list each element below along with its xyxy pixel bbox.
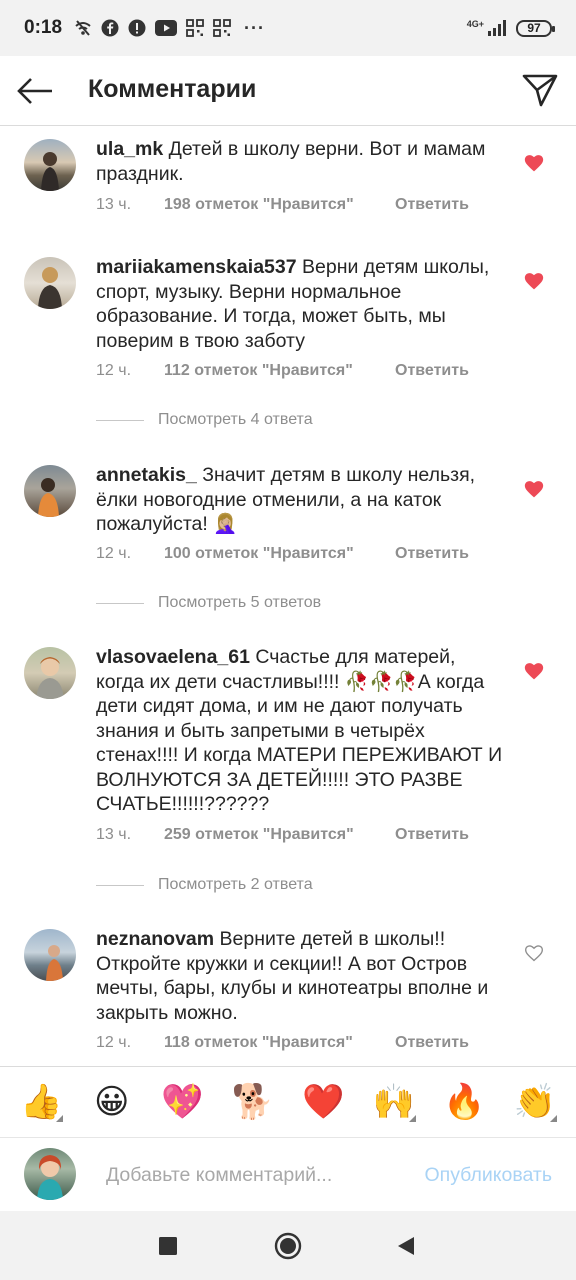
heart-filled-icon[interactable] [524,479,544,499]
reply-button[interactable]: Ответить [395,545,469,563]
likes-count[interactable]: 100 отметок "Нравится" [164,545,395,563]
divider-line [96,419,144,421]
grid-icon [213,19,231,37]
comment-username[interactable]: annetakis_ [96,464,197,486]
comment-meta: 12 ч. 118 отметок "Нравится" Ответить [96,1034,469,1052]
paper-plane-icon [522,74,558,107]
recents-square-icon [159,1237,177,1255]
avatar[interactable] [24,929,76,981]
view-replies-button[interactable]: Посмотреть 4 ответа [96,411,313,429]
comment-text: ula_mk Детей в школу верни. Вот и мамам … [96,137,508,186]
battery-icon: 97 [516,19,555,37]
back-triangle-icon [398,1237,414,1255]
comment-text: vlasovaelena_61 Счастье для матерей, ког… [96,645,508,817]
arrow-left-icon [17,78,52,104]
emoji-grinning-button[interactable]: 😀 [86,1076,138,1128]
comment-meta: 12 ч. 112 отметок "Нравится" Ответить [96,362,469,380]
home-button[interactable] [273,1231,303,1261]
avatar[interactable] [24,257,76,309]
back-button[interactable] [16,73,54,109]
recents-button[interactable] [153,1231,183,1261]
emoji-sparkling-heart-button[interactable]: 💖 [156,1076,208,1128]
alert-icon [128,19,146,37]
comment-text: annetakis_ Значит детям в школу нельзя, … [96,463,508,537]
emoji-fire-button[interactable]: 🔥 [438,1076,490,1128]
comment-time: 12 ч. [96,1034,132,1051]
reply-button[interactable]: Ответить [395,1034,469,1052]
divider-line [96,884,144,886]
comment-composer: Опубликовать [0,1139,576,1211]
comment-username[interactable]: neznanovam [96,928,214,950]
view-replies-button[interactable]: Посмотреть 5 ответов [96,594,321,612]
likes-count[interactable]: 259 отметок "Нравится" [164,826,395,844]
heart-filled-icon[interactable] [524,153,544,173]
emoji-quick-bar: 👍 😀 💖 🐕 ❤️ 🙌 🔥 👏 [0,1066,576,1138]
heart-outline-icon[interactable] [524,943,544,963]
my-avatar [24,1148,76,1200]
page-title: Комментарии [88,75,257,103]
status-bar: 0:18 ··· 4G+ 97 [0,0,576,56]
comment-input[interactable] [106,1161,396,1189]
comments-list[interactable]: ula_mk Детей в школу верни. Вот и мамам … [0,127,576,1065]
nav-back-button[interactable] [391,1231,421,1261]
more-dots-icon: ··· [244,17,266,38]
status-system-icons: 4G+ 97 [467,0,555,56]
reply-button[interactable]: Ответить [395,196,469,214]
status-notification-icons: ··· [74,18,265,39]
divider-line [96,602,144,604]
heart-filled-icon[interactable] [524,661,544,681]
grid-icon [186,19,204,37]
avatar[interactable] [24,139,76,191]
likes-count[interactable]: 198 отметок "Нравится" [164,196,395,214]
emoji-thumbs-up-button[interactable]: 👍 [15,1076,67,1128]
view-replies-label: Посмотреть 5 ответов [158,594,322,611]
comment-time: 12 ч. [96,362,132,379]
avatar[interactable] [24,647,76,699]
comment-time: 13 ч. [96,826,132,843]
comment-meta: 13 ч. 259 отметок "Нравится" Ответить [96,826,469,844]
comment-text: mariiakamenskaia537 Верни детям школы, с… [96,255,508,353]
view-replies-label: Посмотреть 4 ответа [158,411,313,428]
comment-text: neznanovam Верните детей в школы!! Откро… [96,927,508,1025]
emoji-clapping-button[interactable]: 👏 [509,1076,561,1128]
comment-time: 12 ч. [96,545,132,562]
comment-message: Счастье для матерей, когда их дети счаст… [96,646,503,815]
emoji-raised-hands-button[interactable]: 🙌 [368,1076,420,1128]
comment-username[interactable]: ula_mk [96,138,163,160]
comment-meta: 13 ч. 198 отметок "Нравится" Ответить [96,196,469,214]
likes-count[interactable]: 112 отметок "Нравится" [164,362,395,380]
comment-time: 13 ч. [96,196,132,213]
home-circle-icon [274,1232,302,1260]
expand-triangle-icon [408,1115,416,1122]
facebook-icon [101,19,119,37]
youtube-icon [155,19,178,37]
expand-triangle-icon [56,1115,64,1122]
publish-button[interactable]: Опубликовать [424,1164,552,1187]
emoji-red-heart-button[interactable]: ❤️ [297,1076,349,1128]
avatar[interactable] [24,465,76,517]
status-time: 0:18 [24,17,63,38]
share-button[interactable] [522,72,558,108]
heart-filled-icon[interactable] [524,271,544,291]
emoji-dog-button[interactable]: 🐕 [227,1076,279,1128]
expand-triangle-icon [549,1115,557,1122]
reply-button[interactable]: Ответить [395,826,469,844]
comment-username[interactable]: vlasovaelena_61 [96,646,250,668]
likes-count[interactable]: 118 отметок "Нравится" [164,1034,395,1052]
app-header: Комментарии [0,56,576,126]
view-replies-button[interactable]: Посмотреть 2 ответа [96,876,313,894]
signal-4g-icon: 4G+ [467,20,508,36]
comment-username[interactable]: mariiakamenskaia537 [96,256,297,278]
comment-meta: 12 ч. 100 отметок "Нравится" Ответить [96,545,469,563]
view-replies-label: Посмотреть 2 ответа [158,876,313,893]
reply-button[interactable]: Ответить [395,362,469,380]
system-nav-bar [0,1211,576,1280]
wifi-off-icon [74,19,92,37]
